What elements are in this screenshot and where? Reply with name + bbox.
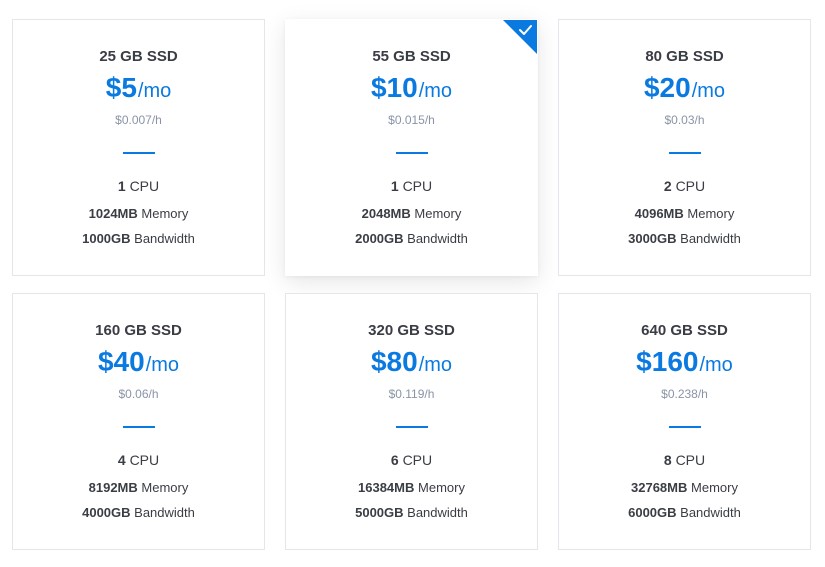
plan-bandwidth-value: 5000GB [355, 505, 404, 520]
plan-cpu: 1 CPU [286, 178, 537, 194]
plan-bandwidth-value: 6000GB [628, 505, 677, 520]
plan-price-amount: $40 [97, 346, 145, 377]
plan-price-amount: $160 [636, 346, 699, 377]
plan-memory-label: Memory [418, 480, 465, 495]
plan-cpu-count: 6 [390, 452, 399, 468]
plan-price: $10/mo [286, 74, 537, 102]
plan-bandwidth-label: Bandwidth [407, 231, 468, 246]
plan-hourly-price: $0.015/h [388, 113, 435, 127]
plan-price: $80/mo [286, 348, 537, 376]
plan-memory-value: 8192MB [88, 480, 138, 495]
plan-memory-label: Memory [141, 206, 189, 221]
plan-storage: 80 GB SSD [645, 48, 724, 65]
plan-price-period: /mo [418, 354, 453, 376]
plan-card-320gb[interactable]: 320 GB SSD $80/mo $0.119/h 6 CPU 16384MB… [285, 293, 538, 550]
plan-storage: 640 GB SSD [641, 322, 728, 339]
plan-bandwidth-label: Bandwidth [407, 505, 468, 520]
plan-memory-label: Memory [687, 206, 735, 221]
plan-cpu-label: CPU [675, 178, 706, 194]
plan-bandwidth-value: 1000GB [82, 231, 131, 246]
plan-divider [668, 426, 701, 428]
plan-card-640gb[interactable]: 640 GB SSD $160/mo $0.238/h 8 CPU 32768M… [558, 293, 811, 550]
plan-hourly-price: $0.238/h [661, 387, 708, 401]
plan-card-160gb[interactable]: 160 GB SSD $40/mo $0.06/h 4 CPU 8192MB M… [12, 293, 265, 550]
plan-cpu-label: CPU [402, 178, 433, 194]
plan-memory-value: 16384MB [358, 480, 415, 495]
plan-memory: 16384MB Memory [286, 480, 537, 495]
plan-divider [122, 426, 155, 428]
plan-price-period: /mo [691, 80, 726, 102]
plan-cpu-label: CPU [129, 178, 160, 194]
plan-memory-value: 4096MB [634, 206, 684, 221]
plan-price-amount: $20 [643, 72, 691, 103]
plan-hourly-price: $0.119/h [388, 387, 435, 401]
plan-cpu: 6 CPU [286, 452, 537, 468]
plan-bandwidth-label: Bandwidth [680, 231, 741, 246]
plan-cpu-count: 4 [117, 452, 126, 468]
plan-bandwidth-value: 2000GB [355, 231, 404, 246]
plan-cpu-label: CPU [402, 452, 433, 468]
plan-bandwidth-label: Bandwidth [680, 505, 741, 520]
plan-price: $20/mo [559, 74, 810, 102]
plan-bandwidth: 1000GB Bandwidth [13, 231, 264, 246]
plan-bandwidth: 3000GB Bandwidth [559, 231, 810, 246]
plan-hourly-price: $0.03/h [664, 113, 705, 127]
plan-divider [395, 152, 428, 154]
plan-memory: 2048MB Memory [286, 206, 537, 221]
plan-cpu: 1 CPU [13, 178, 264, 194]
plan-divider [668, 152, 701, 154]
plan-memory: 1024MB Memory [13, 206, 264, 221]
plan-memory-label: Memory [691, 480, 738, 495]
plan-cpu: 4 CPU [13, 452, 264, 468]
plan-divider [395, 426, 428, 428]
plan-card-80gb[interactable]: 80 GB SSD $20/mo $0.03/h 2 CPU 4096MB Me… [558, 19, 811, 276]
plan-price: $5/mo [13, 74, 264, 102]
plan-bandwidth: 5000GB Bandwidth [286, 505, 537, 520]
plan-price-period: /mo [699, 354, 733, 376]
plan-bandwidth: 4000GB Bandwidth [13, 505, 264, 520]
plan-hourly-price: $0.007/h [115, 113, 162, 127]
plan-memory: 4096MB Memory [559, 206, 810, 221]
plan-price-period: /mo [418, 80, 453, 102]
plan-memory-value: 32768MB [631, 480, 688, 495]
plan-bandwidth-value: 3000GB [628, 231, 677, 246]
plan-price-amount: $80 [370, 346, 418, 377]
plan-price-amount: $10 [370, 72, 418, 103]
plan-price: $160/mo [559, 348, 810, 376]
plan-memory-value: 1024MB [88, 206, 138, 221]
plan-bandwidth-value: 4000GB [82, 505, 131, 520]
plan-cpu-count: 1 [117, 178, 126, 194]
plan-memory-label: Memory [414, 206, 462, 221]
plan-cpu: 2 CPU [559, 178, 810, 194]
plan-storage: 160 GB SSD [95, 322, 182, 339]
plan-storage: 25 GB SSD [99, 48, 178, 65]
plan-memory-value: 2048MB [361, 206, 411, 221]
plan-cpu-label: CPU [675, 452, 706, 468]
plan-bandwidth-label: Bandwidth [134, 505, 195, 520]
plan-price-period: /mo [137, 80, 172, 102]
plan-hourly-price: $0.06/h [118, 387, 159, 401]
plan-memory-label: Memory [141, 480, 189, 495]
plan-divider [122, 152, 155, 154]
plan-cpu-count: 2 [663, 178, 672, 194]
plan-cpu-count: 1 [390, 178, 399, 194]
plan-price-period: /mo [145, 354, 180, 376]
plan-storage: 320 GB SSD [368, 322, 455, 339]
plan-card-25gb[interactable]: 25 GB SSD $5/mo $0.007/h 1 CPU 1024MB Me… [12, 19, 265, 276]
plan-cpu-label: CPU [129, 452, 160, 468]
plan-cpu: 8 CPU [559, 452, 810, 468]
plan-price-amount: $5 [105, 72, 137, 103]
plan-storage: 55 GB SSD [372, 48, 451, 65]
plan-bandwidth: 2000GB Bandwidth [286, 231, 537, 246]
plan-bandwidth: 6000GB Bandwidth [559, 505, 810, 520]
plan-memory: 8192MB Memory [13, 480, 264, 495]
plan-memory: 32768MB Memory [559, 480, 810, 495]
plan-card-55gb[interactable]: 55 GB SSD $10/mo $0.015/h 1 CPU 2048MB M… [285, 19, 538, 276]
plan-bandwidth-label: Bandwidth [134, 231, 195, 246]
plan-cpu-count: 8 [663, 452, 672, 468]
plan-price: $40/mo [13, 348, 264, 376]
